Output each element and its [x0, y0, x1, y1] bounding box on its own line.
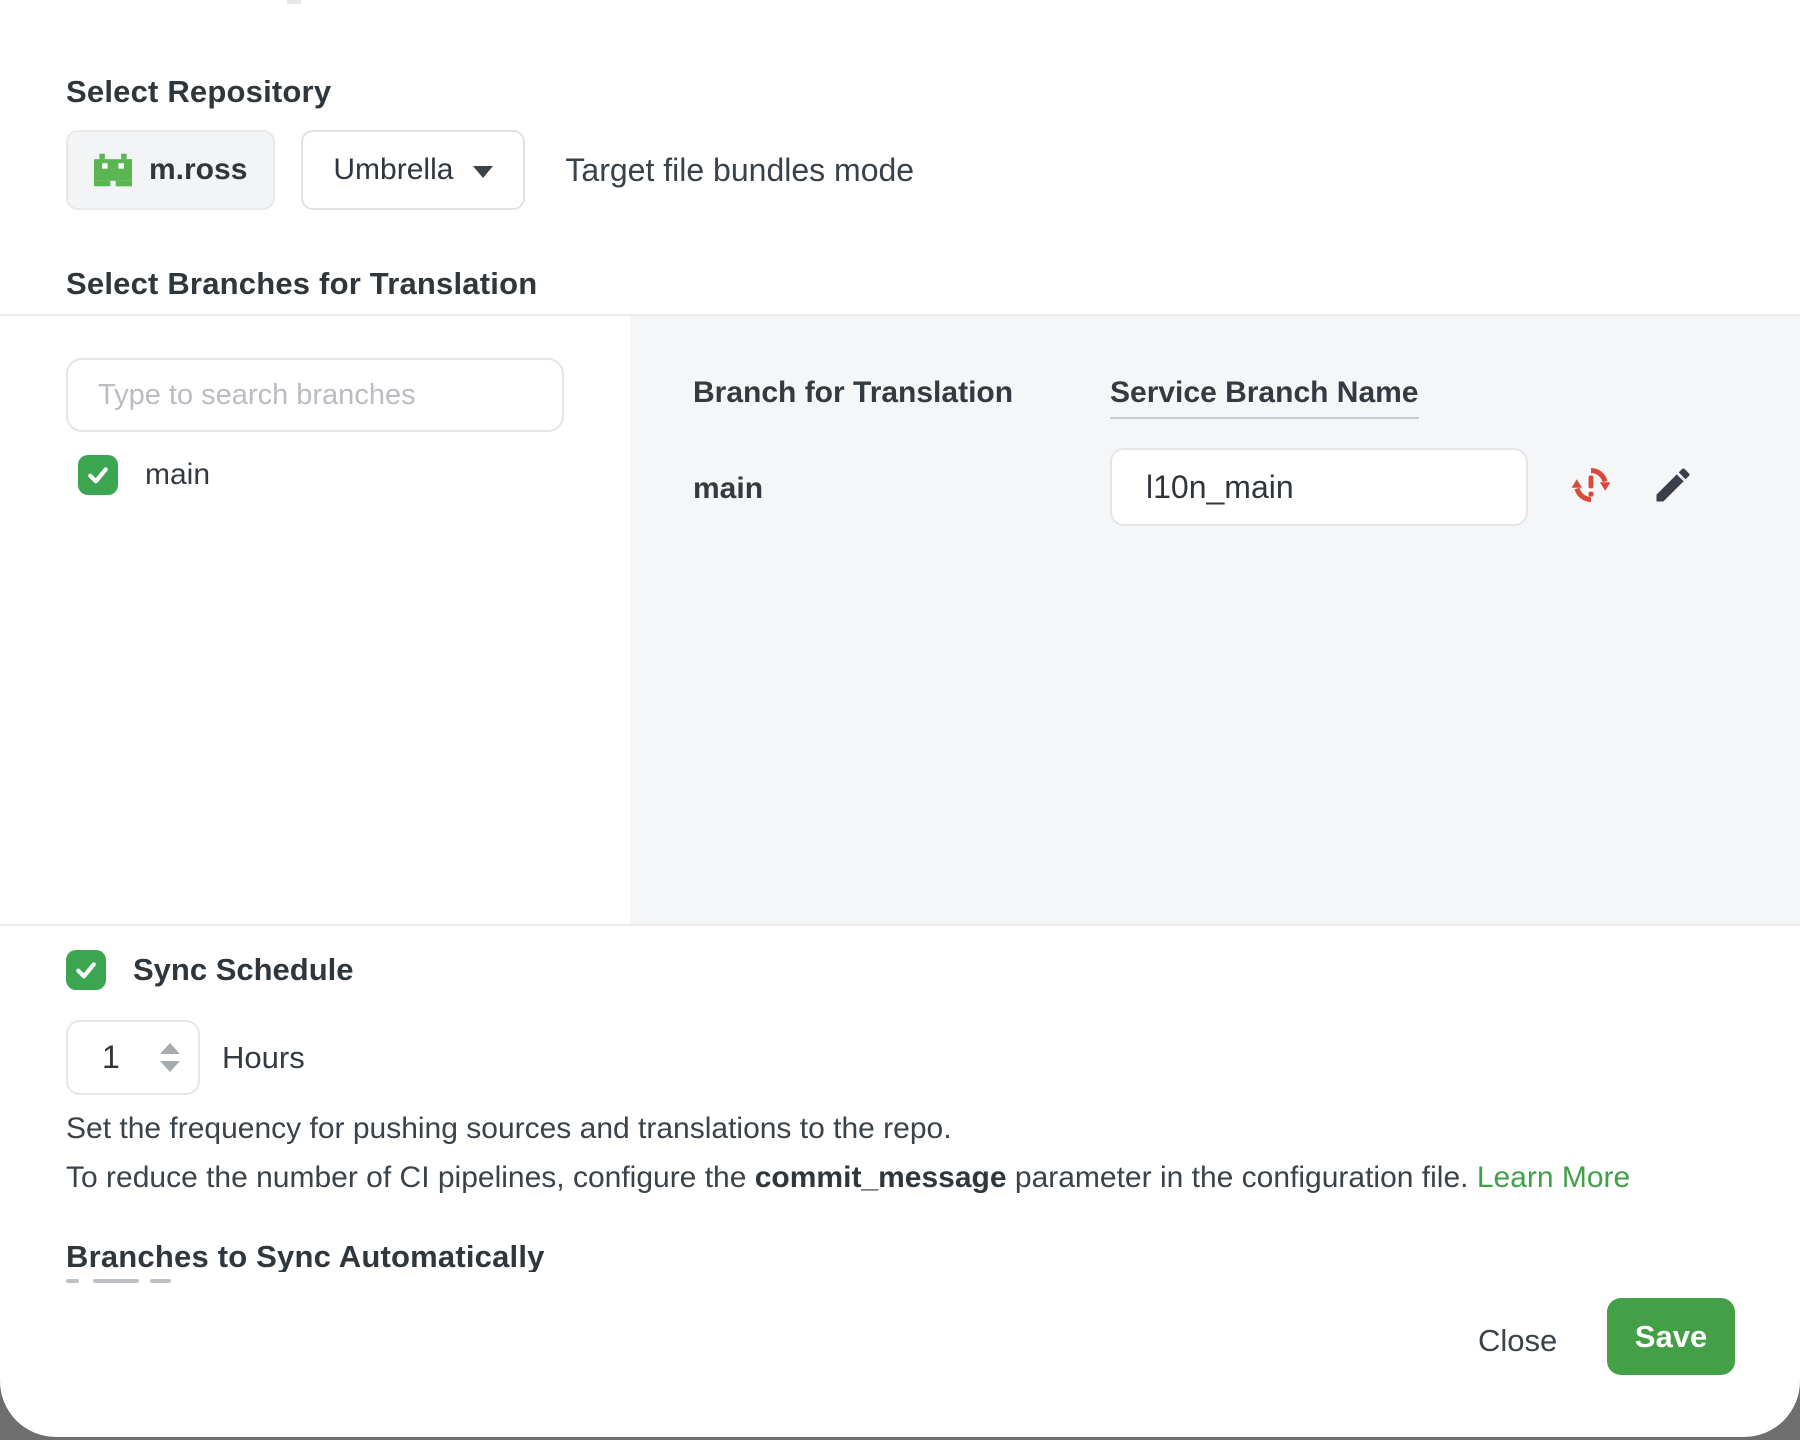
- project-dropdown-value: Umbrella: [333, 153, 453, 187]
- close-button[interactable]: Close: [1462, 1315, 1573, 1367]
- frequency-description: Set the frequency for pushing sources an…: [66, 1112, 952, 1146]
- integration-settings-modal: Select Repository m.ross Umbrella Target…: [0, 0, 1800, 1437]
- auto-sync-heading-clip: Branches to Sync Automatically: [66, 1238, 666, 1272]
- clipped-content-fragment: [93, 1279, 139, 1283]
- save-button[interactable]: Save: [1607, 1298, 1735, 1375]
- repository-row: m.ross Umbrella Target file bundles mode: [66, 130, 914, 210]
- select-repository-heading: Select Repository: [66, 74, 331, 110]
- app-background: { "repository_section": { "heading": "Se…: [0, 0, 1800, 1440]
- ci-pipelines-note: To reduce the number of CI pipelines, co…: [66, 1161, 1630, 1195]
- sync-schedule-label: Sync Schedule: [133, 952, 354, 988]
- branches-auto-sync-heading: Branches to Sync Automatically: [66, 1238, 666, 1272]
- ci-note-prefix: To reduce the number of CI pipelines, co…: [66, 1161, 755, 1194]
- sync-problem-icon[interactable]: [1570, 464, 1612, 506]
- frequency-unit-label: Hours: [222, 1040, 305, 1076]
- stepper-arrows-icon[interactable]: [160, 1043, 180, 1072]
- stepper-up-icon[interactable]: [160, 1043, 180, 1054]
- select-branches-heading: Select Branches for Translation: [66, 266, 537, 302]
- frequency-value: 1: [102, 1039, 120, 1076]
- section-divider-bottom: [0, 924, 1800, 926]
- repository-name: m.ross: [149, 153, 247, 187]
- branch-checkbox-label: main: [145, 458, 210, 492]
- bundles-mode-label: Target file bundles mode: [565, 152, 914, 189]
- project-dropdown[interactable]: Umbrella: [301, 130, 525, 210]
- chevron-down-icon: [473, 166, 493, 178]
- checkbox-checked-icon[interactable]: [78, 455, 118, 495]
- checkmark-icon: [84, 461, 112, 489]
- pencil-icon[interactable]: [1650, 462, 1696, 508]
- sync-schedule-checkbox-row[interactable]: Sync Schedule: [66, 950, 354, 990]
- clipped-content-fragment: [66, 1279, 79, 1283]
- checkmark-icon: [72, 956, 100, 984]
- repository-chip-button[interactable]: m.ross: [66, 130, 275, 210]
- clipped-content-fragment: [150, 1279, 171, 1283]
- checkbox-checked-icon[interactable]: [66, 950, 106, 990]
- stepper-down-icon[interactable]: [160, 1061, 180, 1072]
- column-header-service-branch: Service Branch Name: [1110, 376, 1419, 419]
- pixel-avatar-icon: [94, 151, 132, 189]
- learn-more-link[interactable]: Learn More: [1477, 1161, 1630, 1194]
- frequency-stepper[interactable]: 1: [66, 1020, 200, 1095]
- clipped-top-element: [287, 0, 301, 4]
- column-header-branch: Branch for Translation: [693, 376, 1013, 410]
- branch-checkbox-row[interactable]: main: [78, 455, 210, 495]
- search-branches-input[interactable]: [66, 358, 564, 432]
- commit-message-param: commit_message: [755, 1161, 1007, 1194]
- service-branch-name-input[interactable]: [1110, 448, 1528, 526]
- ci-note-suffix: parameter in the configuration file.: [1007, 1161, 1477, 1194]
- branch-row-name: main: [693, 472, 763, 506]
